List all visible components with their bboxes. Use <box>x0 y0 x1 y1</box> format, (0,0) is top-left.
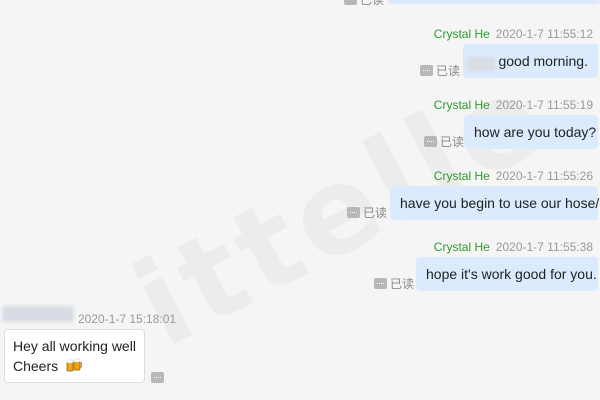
message-text-line: Cheers <box>13 356 136 376</box>
sender-name[interactable]: Crystal He <box>434 27 490 41</box>
timestamp: 2020-1-7 11:55:19 <box>495 98 593 112</box>
message-bubble[interactable]: have you begin to use our hose/ <box>390 186 600 220</box>
message-icon <box>374 277 387 289</box>
timestamp: 2020-1-7 11:55:26 <box>495 169 593 183</box>
message-text-line: Hey all working well <box>13 338 136 354</box>
message-text: have you begin to use our hose/ <box>400 195 600 211</box>
timestamp: 2020-1-7 15:18:01 <box>78 312 177 326</box>
sender-name[interactable]: Crystal He <box>434 240 490 254</box>
message-text: good morning. <box>498 53 588 69</box>
read-receipt-partial: 已读 <box>344 0 384 7</box>
redacted-area <box>467 57 495 71</box>
incoming-message-bubble[interactable]: Hey all working well Cheers <box>4 329 145 383</box>
message-meta: Crystal He 2020-1-7 11:55:38 <box>434 240 593 254</box>
message-bubble-partial <box>388 0 600 4</box>
read-receipt: 已读 <box>347 204 387 220</box>
read-receipt: 已读 <box>374 275 414 291</box>
beer-mugs-icon <box>66 358 82 372</box>
message-bubble[interactable]: how are you today? <box>464 115 598 149</box>
sender-name[interactable]: Crystal He <box>434 98 490 112</box>
message-icon <box>424 135 437 147</box>
read-receipt: 已读 <box>424 133 464 149</box>
sender-name[interactable]: Crystal He <box>434 169 490 183</box>
timestamp: 2020-1-7 11:55:38 <box>495 240 593 254</box>
chat-window: ittelle 已读 Crystal He2020-1-7 11:55:12 g… <box>0 0 600 400</box>
redacted-sender-name <box>2 306 74 322</box>
message-options[interactable] <box>151 369 167 385</box>
message-meta: Crystal He 2020-1-7 11:55:19 <box>434 98 593 112</box>
message-text: how are you today? <box>474 124 597 140</box>
message-icon <box>347 206 360 218</box>
message-meta: Crystal He 2020-1-7 11:55:12 <box>434 27 593 41</box>
message-bubble[interactable]: hope it's work good for you. <box>416 257 598 291</box>
timestamp: 2020-1-7 11:55:12 <box>495 27 593 41</box>
message-meta: Crystal He 2020-1-7 11:55:26 <box>434 169 593 183</box>
message-icon <box>420 64 433 76</box>
message-bubble[interactable]: good morning. <box>463 44 598 78</box>
message-text: hope it's work good for you. <box>426 266 597 282</box>
message-icon <box>151 371 164 383</box>
message-icon <box>344 0 357 5</box>
read-receipt: 已读 <box>420 62 460 78</box>
